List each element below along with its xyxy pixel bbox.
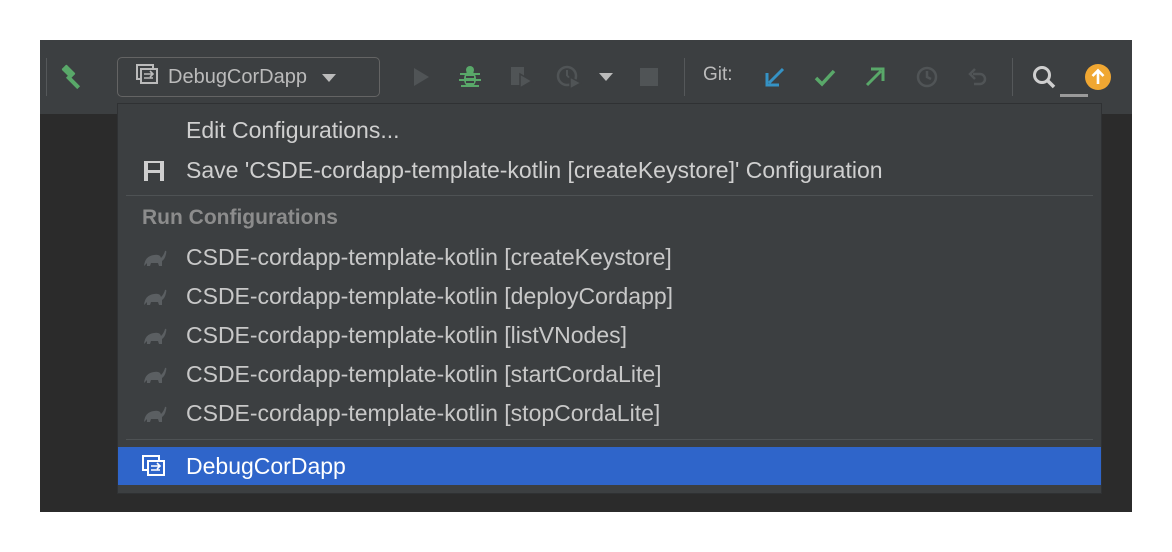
gradle-icon	[142, 402, 167, 426]
profile-icon[interactable]	[554, 62, 584, 92]
run-config-item[interactable]: CSDE-cordapp-template-kotlin [createKeys…	[118, 238, 1101, 276]
menu-divider	[126, 195, 1093, 196]
gradle-icon	[142, 246, 167, 270]
save-icon	[142, 159, 166, 183]
git-label: Git:	[703, 64, 733, 85]
push-icon[interactable]	[860, 62, 890, 92]
chevron-down-icon	[321, 66, 337, 89]
configuration-icon	[136, 64, 158, 90]
minimize-icon[interactable]	[1060, 94, 1088, 97]
run-configurations-header: Run Configurations	[118, 198, 1101, 236]
configuration-icon	[142, 455, 166, 479]
run-config-label: CSDE-cordapp-template-kotlin [stopCordaL…	[186, 400, 661, 426]
run-config-label: CSDE-cordapp-template-kotlin [startCorda…	[186, 361, 662, 387]
edit-configurations-label: Edit Configurations...	[186, 117, 400, 143]
run-config-item[interactable]: CSDE-cordapp-template-kotlin [stopCordaL…	[118, 394, 1101, 432]
run-config-item[interactable]: CSDE-cordapp-template-kotlin [startCorda…	[118, 355, 1101, 393]
run-config-item-selected[interactable]: DebugCorDapp	[118, 447, 1101, 485]
run-config-label: CSDE-cordapp-template-kotlin [listVNodes…	[186, 322, 628, 348]
save-configuration-item[interactable]: Save 'CSDE-cordapp-template-kotlin [crea…	[118, 151, 1101, 189]
gradle-icon	[142, 285, 167, 309]
run-icon[interactable]	[408, 64, 434, 90]
selected-config-label: DebugCorDapp	[186, 453, 346, 479]
run-configurations-dropdown: Edit Configurations... Save 'CSDE-cordap…	[117, 103, 1102, 494]
commit-icon[interactable]	[810, 62, 840, 92]
rollback-icon[interactable]	[962, 62, 992, 92]
gradle-icon	[142, 324, 167, 348]
hammer-icon[interactable]	[57, 62, 89, 92]
history-icon[interactable]	[912, 62, 942, 92]
run-config-label: CSDE-cordapp-template-kotlin [createKeys…	[186, 244, 672, 270]
toolbar-separator	[684, 58, 685, 96]
run-config-item[interactable]: CSDE-cordapp-template-kotlin [listVNodes…	[118, 316, 1101, 354]
toolbar-separator	[1012, 58, 1013, 96]
run-configuration-label: DebugCorDapp	[168, 65, 307, 88]
stop-icon[interactable]	[636, 64, 662, 90]
update-project-icon[interactable]	[760, 62, 790, 92]
gradle-icon	[142, 363, 167, 387]
run-configuration-selector[interactable]: DebugCorDapp	[117, 57, 380, 97]
update-available-icon[interactable]	[1082, 61, 1114, 93]
toolbar-separator	[46, 58, 47, 96]
run-config-label: CSDE-cordapp-template-kotlin [deployCord…	[186, 283, 674, 309]
debug-icon[interactable]	[455, 62, 485, 92]
run-config-item[interactable]: CSDE-cordapp-template-kotlin [deployCord…	[118, 277, 1101, 315]
edit-configurations-item[interactable]: Edit Configurations...	[118, 111, 1101, 149]
menu-divider	[126, 439, 1093, 440]
search-icon[interactable]	[1028, 61, 1060, 93]
more-dropdown-icon[interactable]	[595, 68, 617, 86]
save-configuration-label: Save 'CSDE-cordapp-template-kotlin [crea…	[186, 157, 883, 183]
coverage-icon[interactable]	[506, 62, 536, 92]
section-title: Run Configurations	[142, 206, 338, 229]
